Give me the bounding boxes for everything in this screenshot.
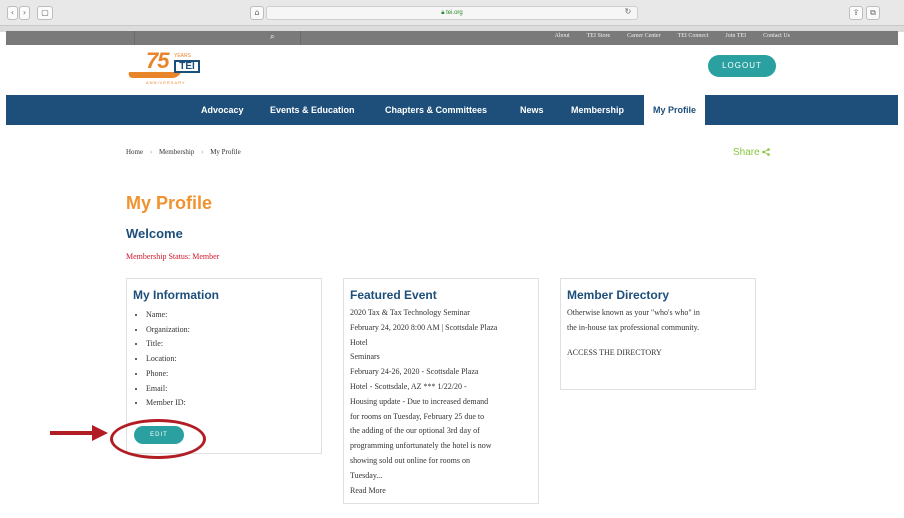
- field-phone: Phone:: [146, 367, 321, 382]
- field-organization: Organization:: [146, 323, 321, 338]
- event-line: Seminars: [350, 352, 380, 362]
- main-nav: Advocacy Events & Education Chapters & C…: [6, 95, 898, 125]
- field-location: Location:: [146, 352, 321, 367]
- welcome-heading: Welcome: [126, 226, 183, 241]
- search-icon[interactable]: ⌕: [270, 32, 274, 42]
- event-line: programming unfortunately the hotel is n…: [350, 441, 492, 451]
- my-information-heading: My Information: [133, 288, 219, 302]
- reload-icon[interactable]: ↻: [622, 6, 634, 20]
- field-member-id: Member ID:: [146, 396, 321, 411]
- address-bar[interactable]: 🔒︎ tei.org: [266, 6, 638, 20]
- logo-number: 75: [146, 48, 170, 73]
- profile-field-list: Name: Organization: Title: Location: Pho…: [146, 308, 321, 411]
- directory-description-line: Otherwise known as your "who's who" in: [567, 308, 700, 317]
- tei-75-anniversary-logo[interactable]: 75 YEARS TEI ANNIVERSARY: [126, 48, 208, 86]
- member-directory-card: Member Directory Otherwise known as your…: [560, 278, 756, 390]
- annotation-arrow-icon: [50, 425, 108, 441]
- page-title: My Profile: [126, 193, 213, 213]
- utility-link-career-center[interactable]: Career Center: [627, 33, 660, 39]
- event-line: Hotel - Scottsdale, AZ *** 1/22/20 -: [350, 381, 467, 391]
- access-directory-link[interactable]: ACCESS THE DIRECTORY: [567, 346, 749, 361]
- event-line: Hotel: [350, 337, 368, 347]
- logout-button[interactable]: LOGOUT: [708, 55, 776, 77]
- annotation-circle: [110, 419, 206, 459]
- nav-item-advocacy[interactable]: Advocacy: [201, 95, 244, 125]
- membership-status: Membership Status: Member: [126, 252, 220, 261]
- member-directory-heading: Member Directory: [567, 288, 670, 302]
- utility-link-contact-us[interactable]: Contact Us: [763, 33, 790, 39]
- event-line: the adding of the our optional 3rd day o…: [350, 426, 480, 436]
- event-line: showing sold out online for rooms on: [350, 455, 470, 465]
- sidebar-toggle-icon[interactable]: ▢: [37, 6, 53, 20]
- back-button[interactable]: ‹: [7, 6, 18, 20]
- nav-item-news[interactable]: News: [520, 95, 544, 125]
- utility-link-join-tei[interactable]: Join TEI: [725, 33, 746, 39]
- utility-bar: ⌕ About TEI Store Career Center TEI Conn…: [6, 31, 898, 45]
- breadcrumb-membership[interactable]: Membership: [159, 148, 194, 156]
- share-browser-icon[interactable]: ⇪: [849, 6, 863, 20]
- breadcrumb-current: My Profile: [210, 148, 241, 156]
- share-button[interactable]: Share: [733, 147, 771, 158]
- breadcrumb: Home › Membership › My Profile: [126, 148, 241, 156]
- event-title-link[interactable]: 2020 Tax & Tax Technology Seminar: [350, 306, 532, 321]
- featured-event-card: Featured Event 2020 Tax & Tax Technology…: [343, 278, 539, 504]
- featured-event-heading: Featured Event: [350, 288, 437, 302]
- divider: [134, 31, 135, 45]
- logo-swoosh: [126, 72, 182, 78]
- utility-link-about[interactable]: About: [555, 33, 570, 39]
- logo-years: YEARS: [174, 53, 191, 59]
- event-line: Housing update - Due to increased demand: [350, 396, 489, 406]
- breadcrumb-separator: ›: [149, 148, 153, 156]
- field-name: Name:: [146, 308, 321, 323]
- forward-button[interactable]: ›: [19, 6, 30, 20]
- tabs-overview-icon[interactable]: ⧉: [866, 6, 880, 20]
- breadcrumb-home[interactable]: Home: [126, 148, 143, 156]
- lock-icon: 🔒︎: [441, 10, 445, 16]
- breadcrumb-separator: ›: [201, 148, 204, 156]
- field-email: Email:: [146, 382, 321, 397]
- logo-brand: TEI: [174, 60, 200, 73]
- home-icon[interactable]: ⌂: [250, 6, 264, 20]
- directory-description-line: the in-house tax professional community.: [567, 322, 700, 332]
- nav-item-chapters-committees[interactable]: Chapters & Committees: [385, 95, 487, 125]
- share-icon: [762, 148, 771, 157]
- event-line: February 24-26, 2020 - Scottsdale Plaza: [350, 367, 479, 377]
- nav-item-my-profile[interactable]: My Profile: [644, 95, 706, 125]
- read-more-link[interactable]: Read More: [350, 484, 532, 499]
- utility-nav: About TEI Store Career Center TEI Connec…: [538, 33, 790, 39]
- logo-ribbon: ANNIVERSARY: [146, 80, 186, 85]
- browser-toolbar: ‹ › ▢ ⌂ 🔒︎ tei.org ↻ ⇪ ⧉: [0, 0, 904, 26]
- event-line: for rooms on Tuesday, February 25 due to: [350, 411, 485, 421]
- utility-link-tei-store[interactable]: TEI Store: [587, 33, 611, 39]
- share-label: Share: [733, 147, 760, 158]
- utility-link-tei-connect[interactable]: TEI Connect: [678, 33, 709, 39]
- url-text: tei.org: [446, 10, 463, 16]
- divider: [300, 31, 301, 45]
- nav-item-membership[interactable]: Membership: [571, 95, 624, 125]
- event-line: February 24, 2020 8:00 AM | Scottsdale P…: [350, 322, 498, 332]
- nav-item-events-education[interactable]: Events & Education: [270, 95, 355, 125]
- field-title: Title:: [146, 337, 321, 352]
- event-line: Tuesday...: [350, 470, 383, 480]
